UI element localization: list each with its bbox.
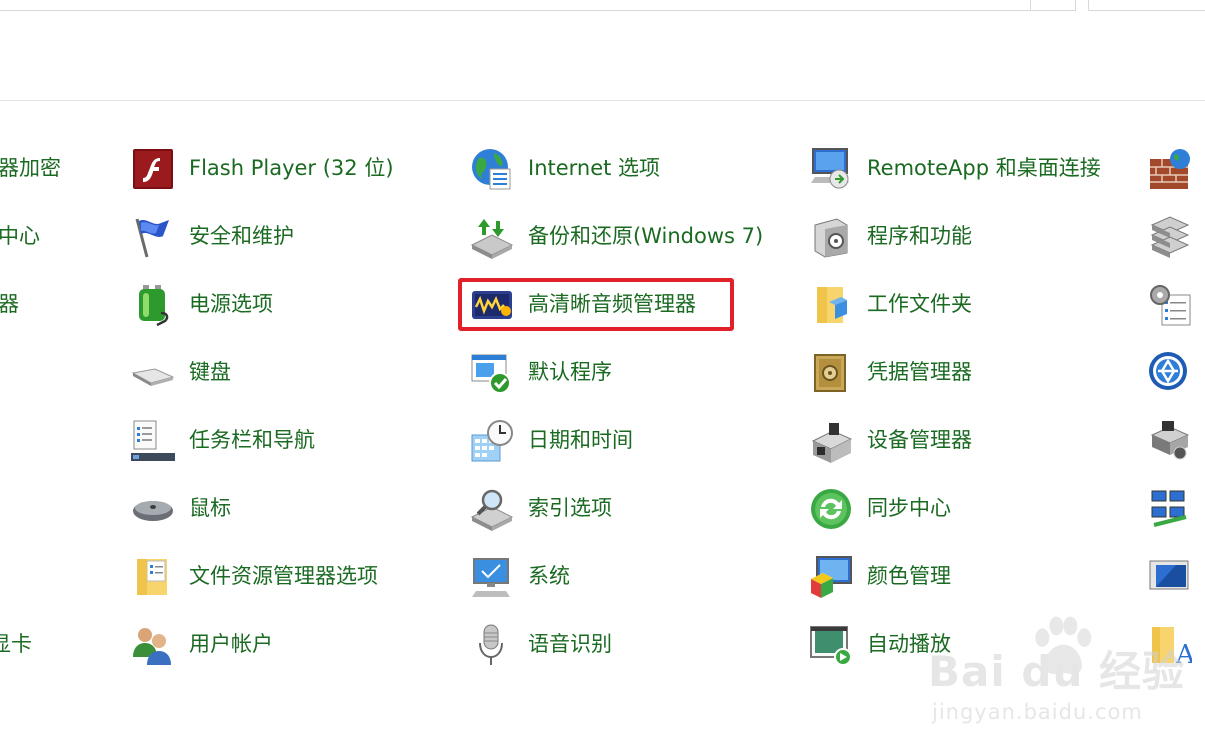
programs-icon <box>809 215 853 259</box>
monitor-icon <box>470 555 514 599</box>
firewall-icon[interactable] <box>1148 147 1192 191</box>
address-bar[interactable] <box>0 0 1031 11</box>
default-programs-icon <box>470 351 514 395</box>
sync-icon <box>809 487 853 531</box>
watermark-url: jingyan.baidu.com <box>932 700 1143 724</box>
index-icon <box>470 487 514 531</box>
battery-icon <box>131 283 175 327</box>
search-input[interactable] <box>1088 0 1205 11</box>
clock-icon <box>470 419 514 463</box>
autoplay-icon <box>809 623 853 667</box>
cp-item-label: 任务栏和导航 <box>189 428 315 452</box>
cp-item-label: 索引选项 <box>528 496 612 520</box>
highlight-box <box>458 278 734 331</box>
refresh-button[interactable] <box>1030 0 1076 11</box>
admin-tools-icon[interactable] <box>1148 283 1192 327</box>
cp-item-label: Flash Player (32 位) <box>189 156 394 180</box>
baidu-watermark: Bai du 经验 jingyan.baidu.com <box>896 612 1196 742</box>
cp-item-label: 安全和维护 <box>189 224 294 248</box>
cp-item-label: 文件资源管理器选项 <box>189 564 378 588</box>
cp-item-label: 电源选项 <box>189 292 273 316</box>
safe-icon <box>809 351 853 395</box>
cp-item-label: 凭据管理器 <box>867 360 972 384</box>
top-toolbar <box>0 0 1205 11</box>
devices-printers-icon[interactable] <box>1148 419 1192 463</box>
cp-item-label: Internet 选项 <box>528 156 661 180</box>
keyboard-icon <box>131 351 175 395</box>
users-icon <box>131 623 175 667</box>
remote-desktop-icon <box>809 147 853 191</box>
ease-of-access-icon[interactable] <box>1148 351 1192 395</box>
cp-item-label: 语音识别 <box>528 632 612 656</box>
left-item-center[interactable]: 中心 <box>0 221 40 251</box>
backup-icon <box>470 215 514 259</box>
cp-item-label: 日期和时间 <box>528 428 633 452</box>
mouse-icon <box>131 487 175 531</box>
folder-options-icon <box>131 555 175 599</box>
remote-monitor-icon[interactable] <box>1148 555 1192 599</box>
cp-item-label: RemoteApp 和桌面连接 <box>867 156 1101 180</box>
cp-item-label: 颜色管理 <box>867 564 951 588</box>
cp-item-label: 设备管理器 <box>867 428 972 452</box>
cp-item-label: 同步中心 <box>867 496 951 520</box>
work-folders-icon <box>809 283 853 327</box>
storage-icon[interactable] <box>1148 215 1192 259</box>
flash-icon <box>131 147 175 191</box>
globe-icon <box>470 147 514 191</box>
cp-item-label: 鼠标 <box>189 496 231 520</box>
left-item-display-card[interactable]: 显卡 <box>0 629 32 659</box>
network-icon[interactable] <box>1148 487 1192 531</box>
microphone-icon <box>470 623 514 667</box>
cp-item-label: 工作文件夹 <box>867 292 972 316</box>
cp-item-label: 用户帐户 <box>189 632 273 656</box>
cp-item-label: 默认程序 <box>528 360 612 384</box>
header-divider <box>0 100 1205 101</box>
flag-icon <box>131 215 175 259</box>
device-manager-icon <box>809 419 853 463</box>
watermark-brand: Bai du 经验 <box>928 647 1185 696</box>
color-icon <box>809 555 853 599</box>
taskbar-icon <box>131 419 175 463</box>
left-item-encryption[interactable]: 器加密 <box>0 153 61 183</box>
cp-item-label: 程序和功能 <box>867 224 972 248</box>
left-item-device[interactable]: 器 <box>0 289 19 319</box>
cp-item-label: 备份和还原(Windows 7) <box>528 224 764 248</box>
cp-item-label: 系统 <box>528 564 570 588</box>
cp-item-label: 键盘 <box>189 360 231 384</box>
